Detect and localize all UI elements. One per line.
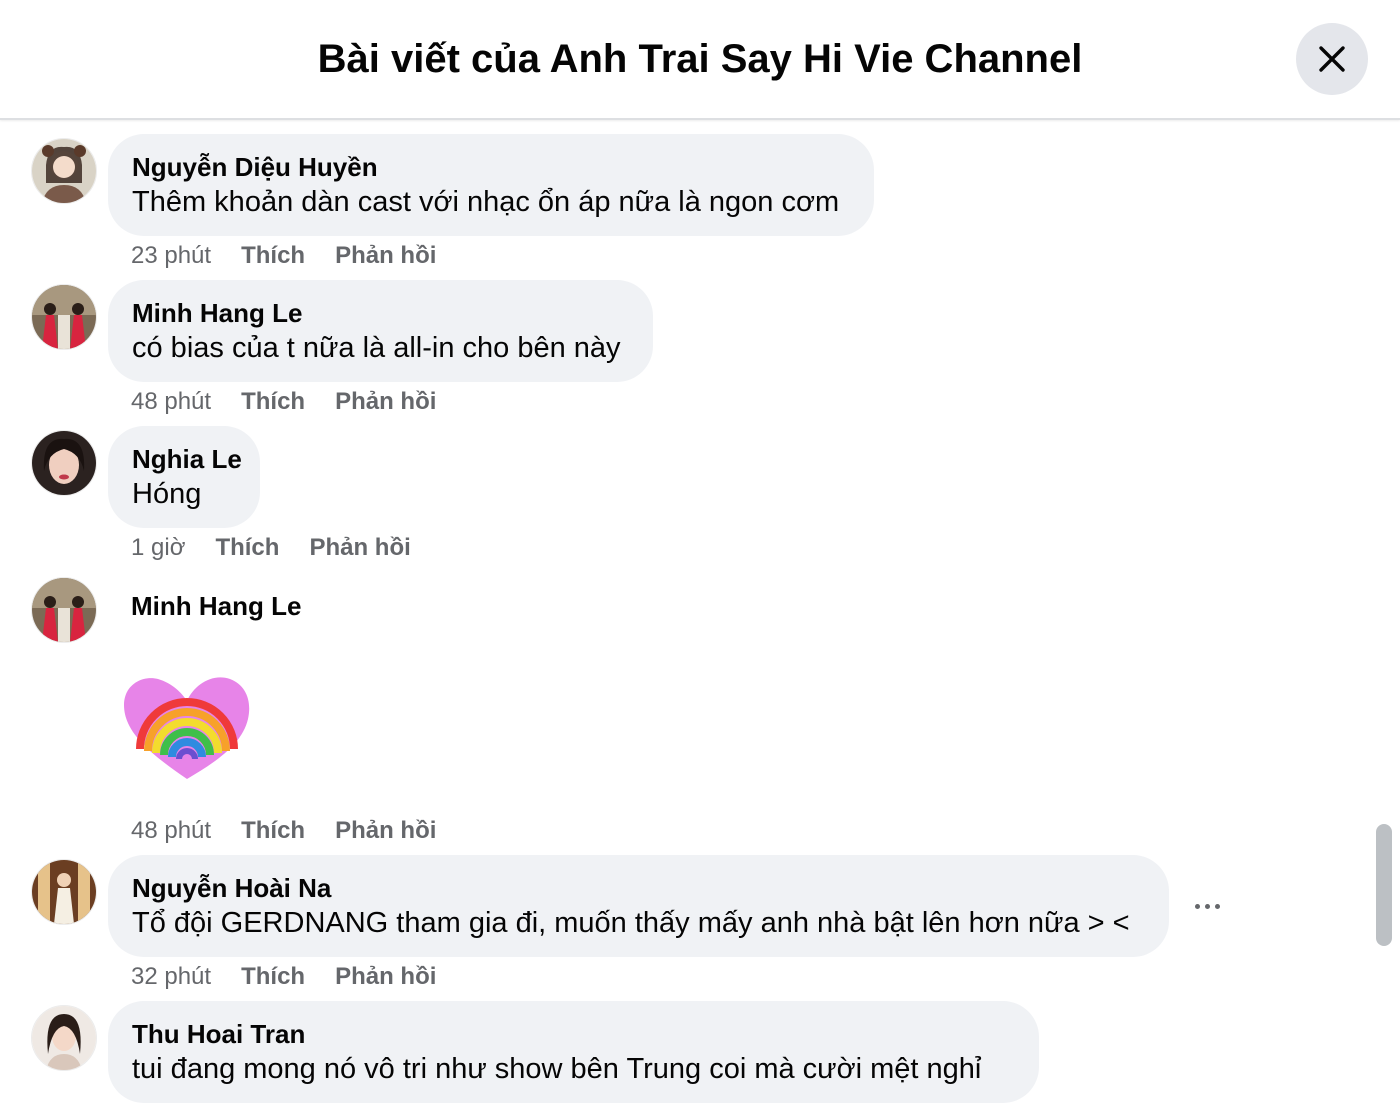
comment-author[interactable]: Nghia Le (132, 442, 242, 476)
comment-bubble: Nguyễn Hoài Na Tổ đội GERDNANG tham gia … (108, 855, 1169, 957)
comment-author[interactable]: Nguyễn Hoài Na (132, 871, 1145, 905)
comment-time[interactable]: 23 phút (131, 242, 211, 269)
reply-button[interactable]: Phản hồi (335, 388, 436, 415)
comment-actions: 32 phút Thích Phản hồi (131, 962, 466, 992)
comment-actions: 1 giờ Thích Phản hồi (131, 533, 441, 563)
more-options-button[interactable] (1186, 891, 1228, 921)
like-button[interactable]: Thích (241, 242, 305, 269)
comment-time[interactable]: 48 phút (131, 817, 211, 844)
comment-text: Hóng (132, 478, 202, 510)
comment-bubble: Thu Hoai Tran tui đang mong nó vô tri nh… (108, 1001, 1039, 1103)
avatar[interactable] (31, 1005, 97, 1071)
comment-bubble: Nghia Le Hóng (108, 426, 260, 528)
comment-text: Thêm khoản dàn cast với nhạc ổn áp nữa l… (132, 186, 840, 218)
avatar[interactable] (31, 284, 97, 350)
like-button[interactable]: Thích (215, 534, 279, 561)
comment-author[interactable]: Thu Hoai Tran (132, 1017, 1015, 1051)
avatar[interactable] (31, 577, 97, 643)
reply-button[interactable]: Phản hồi (309, 534, 410, 561)
comments-list[interactable]: Nguyễn Diệu Huyền Thêm khoản dàn cast vớ… (0, 120, 1400, 1118)
comment-text: Tổ đội GERDNANG tham gia đi, muốn thấy m… (132, 907, 1130, 939)
like-button[interactable]: Thích (241, 817, 305, 844)
reply-button[interactable]: Phản hồi (335, 817, 436, 844)
comment-time[interactable]: 32 phút (131, 963, 211, 990)
avatar[interactable] (31, 138, 97, 204)
reply-button[interactable]: Phản hồi (335, 963, 436, 990)
comment-actions: 48 phút Thích Phản hồi (131, 816, 466, 846)
comment-time[interactable]: 1 giờ (131, 534, 185, 561)
comment-actions: 48 phút Thích Phản hồi (131, 387, 466, 417)
like-button[interactable]: Thích (241, 388, 305, 415)
rainbow-heart-sticker[interactable] (122, 675, 252, 781)
avatar[interactable] (31, 430, 97, 496)
comment-author[interactable]: Minh Hang Le (131, 589, 301, 623)
close-icon (1319, 46, 1345, 72)
comment-author[interactable]: Nguyễn Diệu Huyền (132, 150, 850, 184)
dialog-title: Bài viết của Anh Trai Say Hi Vie Channel (317, 37, 1083, 81)
comment-time[interactable]: 48 phút (131, 388, 211, 415)
reply-button[interactable]: Phản hồi (335, 242, 436, 269)
comment-actions: 23 phút Thích Phản hồi (131, 241, 466, 271)
comment-text: có bias của t nữa là all-in cho bên này (132, 332, 621, 364)
comment-bubble: Minh Hang Le có bias của t nữa là all-in… (108, 280, 653, 382)
more-dots-icon (1194, 903, 1200, 909)
avatar[interactable] (31, 859, 97, 925)
comment-bubble: Nguyễn Diệu Huyền Thêm khoản dàn cast vớ… (108, 134, 874, 236)
comment-author[interactable]: Minh Hang Le (132, 296, 629, 330)
comment-text: tui đang mong nó vô tri như show bên Tru… (132, 1053, 982, 1085)
like-button[interactable]: Thích (241, 963, 305, 990)
close-button[interactable] (1296, 23, 1368, 95)
dialog-header: Bài viết của Anh Trai Say Hi Vie Channel (0, 0, 1400, 120)
scrollbar-thumb[interactable] (1376, 824, 1392, 946)
